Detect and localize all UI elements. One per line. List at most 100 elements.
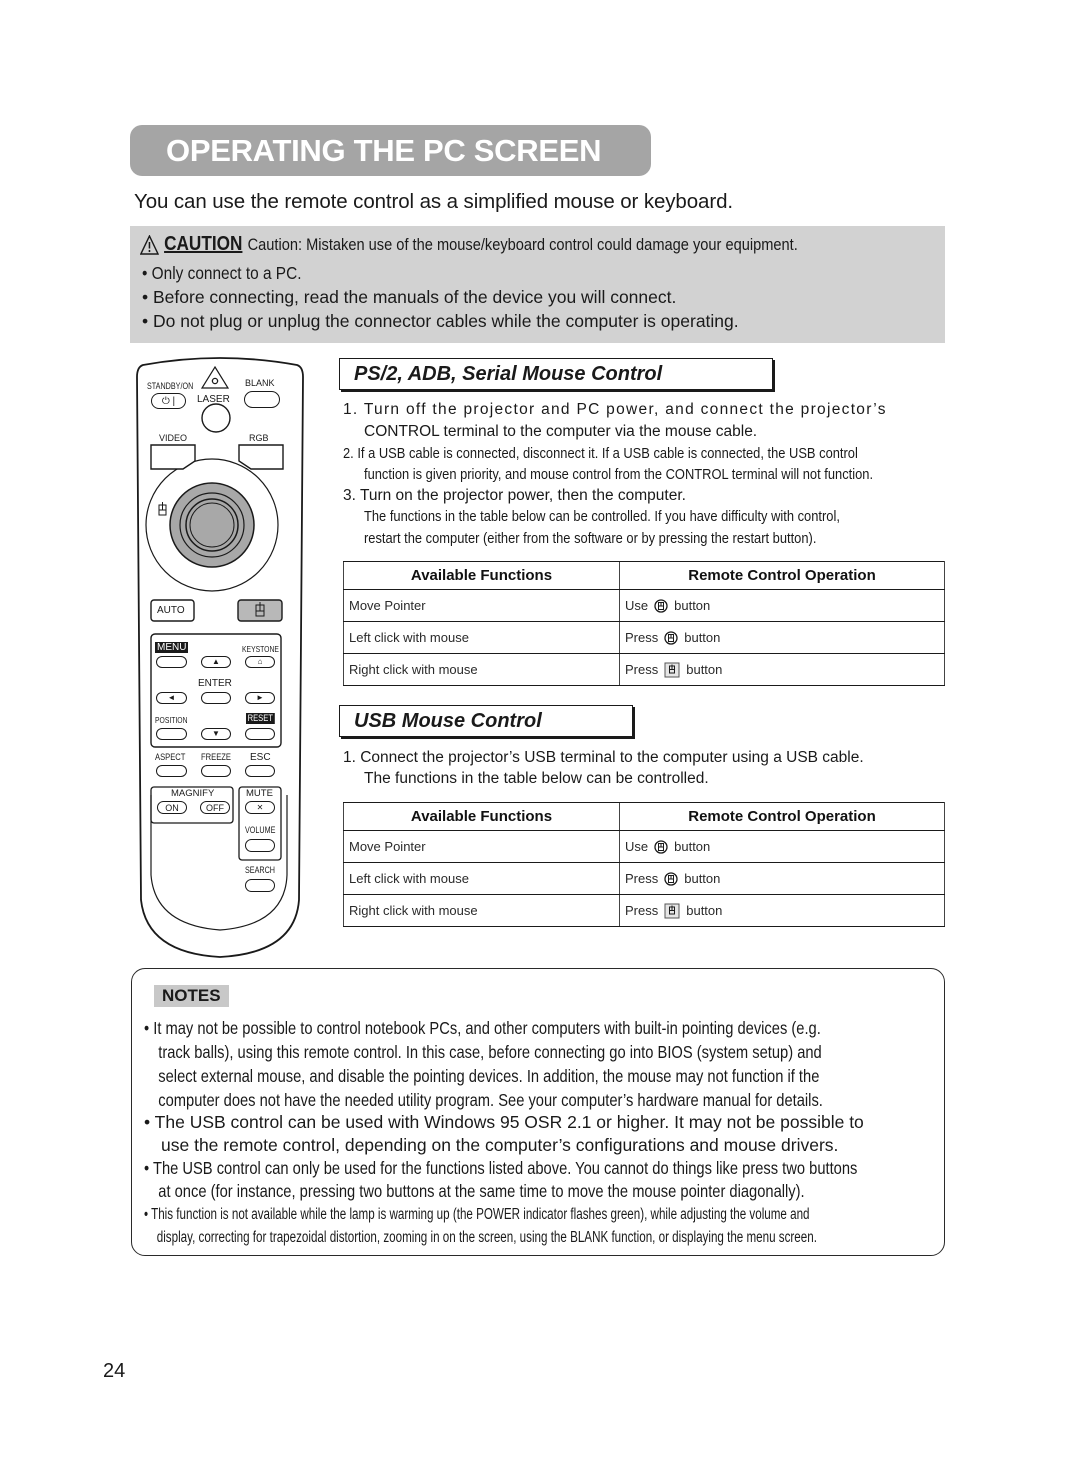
page-title: OPERATING THE PC SCREEN — [130, 125, 651, 176]
up-button[interactable]: ▲ — [201, 656, 231, 668]
magnify-on-label: ON — [165, 802, 179, 813]
caution-bullet: • Only connect to a PC. — [142, 263, 302, 283]
mouse-square-icon — [664, 903, 680, 918]
caution-bullet: • Before connecting, read the manuals of… — [142, 287, 677, 307]
operation-cell: Press button — [619, 653, 945, 686]
table-row: Move Pointer Use button — [343, 830, 945, 863]
power-icon: ⏻ | — [161, 395, 176, 407]
auto-button-label[interactable]: AUTO — [157, 605, 185, 616]
magnify-off-button[interactable]: OFF — [200, 801, 230, 814]
note-line: track balls), using this remote control.… — [158, 1042, 822, 1062]
standby-on-label: STANDBY/ON — [147, 381, 194, 391]
freeze-label: FREEZE — [201, 752, 231, 763]
table-header-functions: Available Functions — [343, 561, 620, 590]
note-line: • It may not be possible to control note… — [144, 1018, 821, 1038]
operation-suffix: button — [686, 903, 723, 918]
operation-verb: Press — [625, 871, 659, 886]
note-item: • The USB control can be used with Windo… — [144, 1111, 864, 1157]
note-item: • It may not be possible to control note… — [144, 1016, 823, 1112]
page-number: 24 — [103, 1360, 126, 1382]
ps2-step-3-note-cont: restart the computer (either from the so… — [364, 530, 817, 547]
reset-label: RESET — [246, 713, 275, 724]
esc-button[interactable] — [245, 765, 275, 777]
operation-cell: Use button — [619, 830, 945, 863]
menu-label: MENU — [155, 642, 189, 653]
intro-text: You can use the remote control as a simp… — [134, 190, 733, 213]
magnify-on-button[interactable]: ON — [157, 801, 187, 814]
table-row: Right click with mouse Press button — [343, 894, 945, 927]
operation-verb: Press — [625, 662, 659, 677]
keystone-button[interactable]: ⌂ — [245, 656, 275, 668]
esc-label: ESC — [250, 752, 271, 763]
usb-functions-table: Available Functions Remote Control Opera… — [343, 802, 945, 927]
notes-box: NOTES • It may not be possible to contro… — [131, 968, 945, 1256]
standby-button[interactable]: ⏻ | — [151, 393, 186, 409]
table-header-operation: Remote Control Operation — [619, 802, 945, 831]
remote-control-illustration: STANDBY/ON LASER BLANK VIDEO RGB ⏻ | AUT… — [135, 355, 305, 965]
note-line: display, correcting for trapezoidal dist… — [156, 1229, 817, 1246]
reset-button[interactable] — [245, 728, 275, 740]
notes-label: NOTES — [154, 985, 229, 1007]
aspect-button[interactable] — [156, 765, 187, 777]
operation-suffix: button — [686, 662, 723, 677]
arrow-up-icon: ▲ — [212, 656, 220, 666]
operation-cell: Use button — [619, 589, 945, 622]
operation-suffix: button — [684, 630, 721, 645]
usb-section-heading: USB Mouse Control — [339, 705, 633, 737]
caution-box: CAUTION Caution: Mistaken use of the mou… — [130, 226, 945, 343]
keystone-icon: ⌂ — [257, 656, 263, 666]
operation-cell: Press button — [619, 894, 945, 927]
search-label: SEARCH — [245, 865, 276, 875]
operation-suffix: button — [674, 839, 711, 854]
enter-button[interactable] — [201, 692, 231, 704]
caution-line: CAUTION Caution: Mistaken use of the mou… — [140, 233, 798, 256]
mouse-disk-icon — [664, 630, 678, 645]
left-button[interactable]: ◄ — [156, 692, 187, 704]
rgb-label: RGB — [249, 433, 269, 443]
ps2-step-1: 1. Turn off the projector and PC power, … — [343, 401, 887, 418]
aspect-label: ASPECT — [155, 752, 186, 763]
position-label: POSITION — [155, 715, 188, 725]
volume-label: VOLUME — [245, 825, 276, 835]
video-label: VIDEO — [159, 433, 188, 443]
ps2-step-2-cont: function is given priority, and mouse co… — [364, 466, 874, 483]
magnify-label: MAGNIFY — [171, 788, 215, 799]
menu-button[interactable] — [156, 656, 187, 668]
function-cell: Left click with mouse — [343, 862, 620, 895]
blank-label: BLANK — [245, 378, 275, 388]
table-row: Move Pointer Use button — [343, 589, 945, 622]
ps2-step-2: 2. If a USB cable is connected, disconne… — [343, 445, 858, 462]
operation-suffix: button — [684, 871, 721, 886]
note-line: computer does not have the needed utilit… — [158, 1090, 823, 1110]
note-line: at once (for instance, pressing two butt… — [158, 1181, 805, 1201]
search-button[interactable] — [245, 879, 275, 892]
mute-speaker-icon: ✕ — [256, 803, 264, 812]
laser-label: LASER — [197, 394, 230, 405]
usb-step-1: 1. Connect the projector’s USB terminal … — [343, 749, 864, 766]
note-item: • The USB control can only be used for t… — [144, 1157, 857, 1203]
down-button[interactable]: ▼ — [201, 728, 231, 740]
note-line: • This function is not available while t… — [144, 1206, 810, 1223]
table-header-functions: Available Functions — [343, 802, 620, 831]
arrow-left-icon: ◄ — [167, 692, 176, 702]
note-line: select external mouse, and disable the p… — [158, 1066, 820, 1086]
freeze-button[interactable] — [201, 765, 231, 777]
ps2-step-1-cont: CONTROL terminal to the computer via the… — [364, 423, 758, 440]
arrow-down-icon: ▼ — [212, 728, 220, 738]
right-button[interactable]: ► — [245, 692, 275, 704]
function-cell: Move Pointer — [343, 830, 620, 863]
table-header-operation: Remote Control Operation — [619, 561, 945, 590]
note-line: • The USB control can only be used for t… — [144, 1158, 858, 1178]
operation-cell: Press button — [619, 862, 945, 895]
operation-suffix: button — [674, 598, 711, 613]
ps2-step-3: 3. Turn on the projector power, then the… — [343, 487, 686, 504]
keystone-label: KEYSTONE — [242, 644, 279, 654]
volume-button[interactable] — [245, 839, 275, 852]
note-line: • The USB control can be used with Windo… — [144, 1112, 864, 1132]
blank-button[interactable] — [244, 391, 280, 408]
ps2-step-3-note: The functions in the table below can be … — [364, 508, 840, 525]
table-row: Left click with mouse Press button — [343, 862, 945, 895]
enter-label: ENTER — [198, 678, 232, 689]
mute-button[interactable]: ✕ — [245, 801, 275, 814]
position-button[interactable] — [156, 728, 187, 740]
